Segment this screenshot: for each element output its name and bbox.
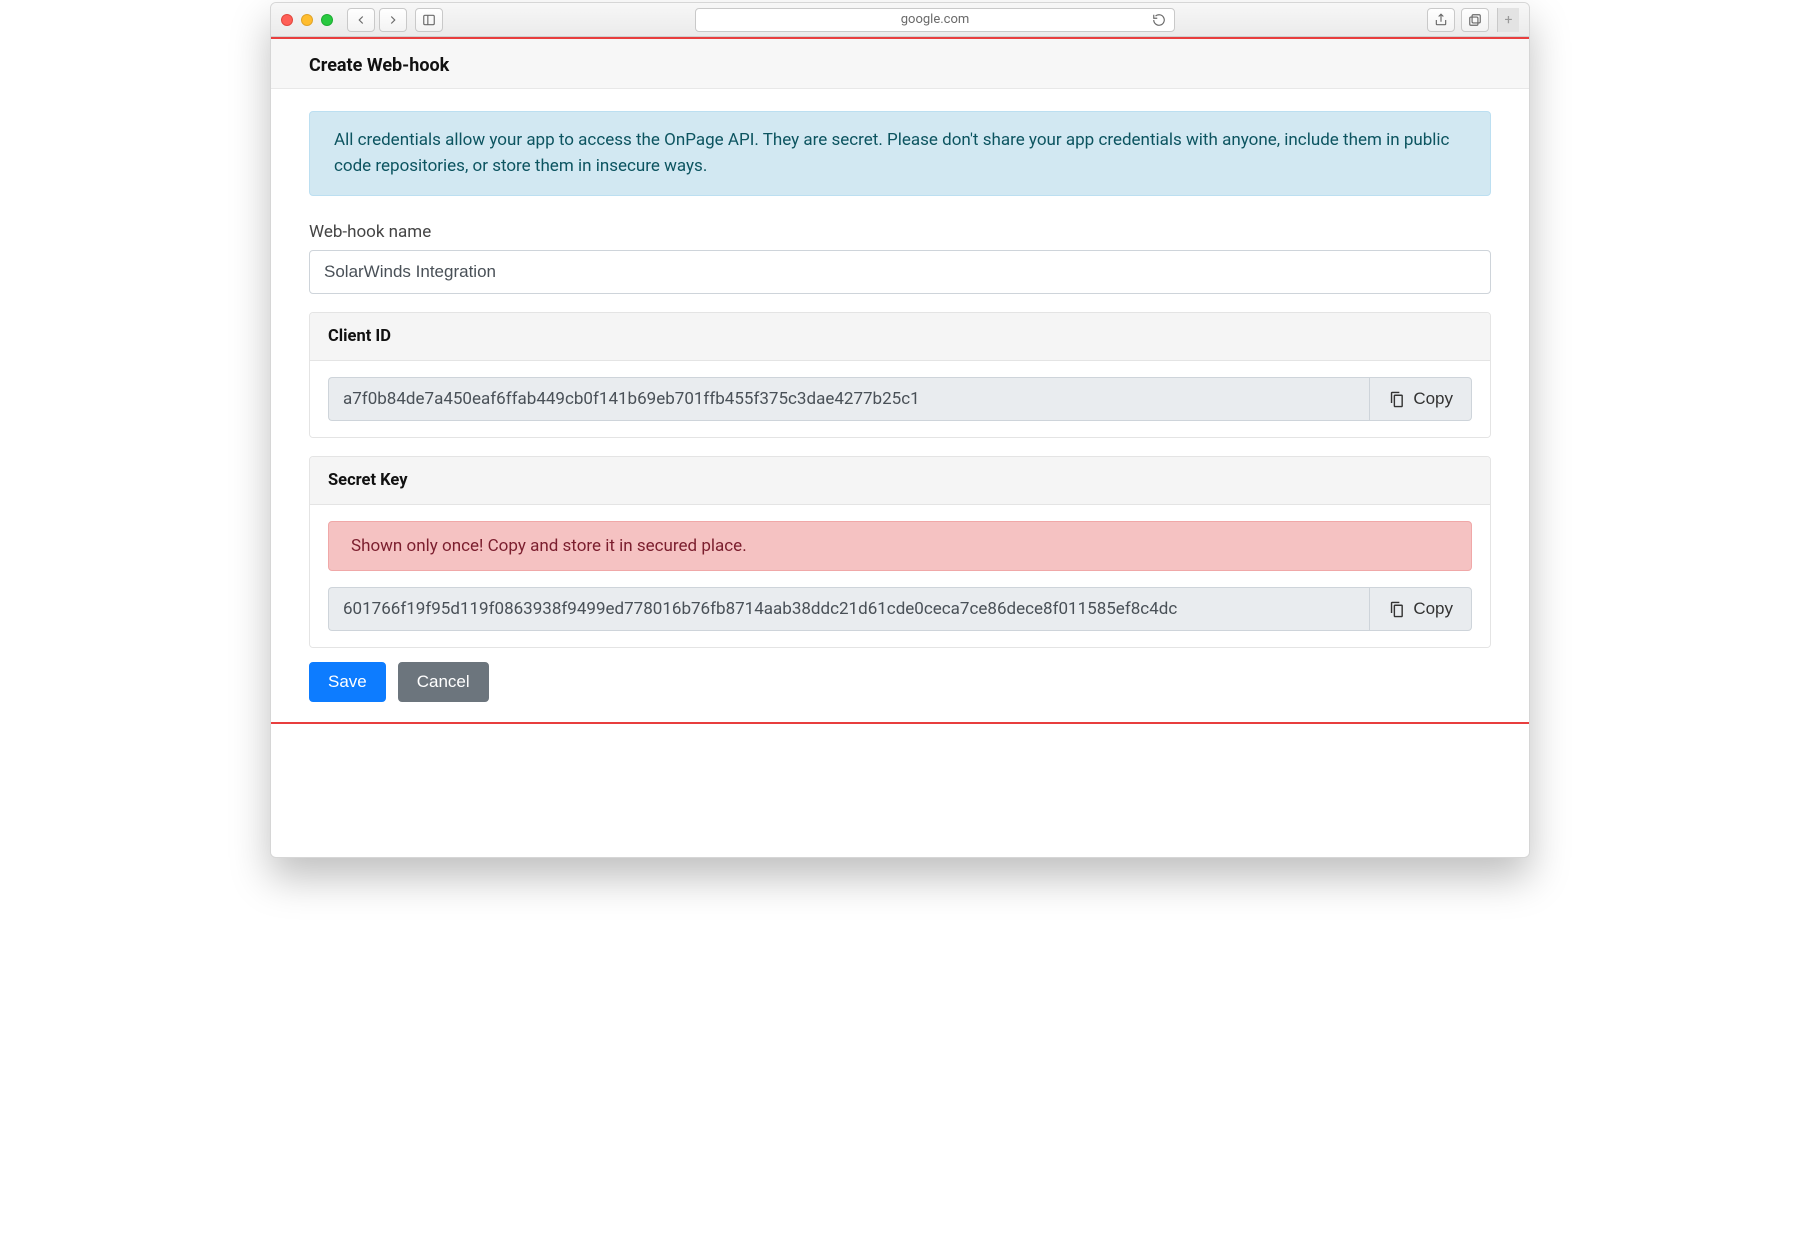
close-window-button[interactable] [281, 14, 293, 26]
form-content: All credentials allow your app to access… [271, 89, 1529, 722]
info-alert: All credentials allow your app to access… [309, 111, 1491, 196]
client-id-group: a7f0b84de7a450eaf6ffab449cb0f141b69eb701… [328, 377, 1472, 421]
new-tab-button[interactable]: + [1497, 8, 1519, 32]
nav-buttons [347, 8, 407, 32]
secret-key-panel: Secret Key Shown only once! Copy and sto… [309, 456, 1491, 648]
share-button[interactable] [1427, 8, 1455, 32]
client-id-panel: Client ID a7f0b84de7a450eaf6ffab449cb0f1… [309, 312, 1491, 438]
copy-client-id-label: Copy [1413, 389, 1453, 409]
accent-line-bottom [271, 722, 1529, 724]
toolbar-right [1427, 8, 1489, 32]
client-id-value[interactable]: a7f0b84de7a450eaf6ffab449cb0f141b69eb701… [328, 377, 1369, 421]
secret-warning-alert: Shown only once! Copy and store it in se… [328, 521, 1472, 571]
maximize-window-button[interactable] [321, 14, 333, 26]
secret-key-group: 601766f19f95d119f0863938f9499ed778016b76… [328, 587, 1472, 631]
sidebar-toggle-button[interactable] [415, 8, 443, 32]
copy-secret-key-label: Copy [1413, 599, 1453, 619]
form-actions: Save Cancel [309, 648, 1491, 702]
webhook-name-input[interactable] [309, 250, 1491, 294]
secret-key-label: Secret Key [310, 457, 1490, 505]
address-bar[interactable]: google.com [695, 8, 1175, 32]
forward-button[interactable] [379, 8, 407, 32]
client-id-label: Client ID [310, 313, 1490, 361]
window-controls [281, 14, 333, 26]
tabs-button[interactable] [1461, 8, 1489, 32]
address-bar-text: google.com [901, 12, 970, 27]
copy-icon [1388, 391, 1405, 408]
minimize-window-button[interactable] [301, 14, 313, 26]
secret-key-value[interactable]: 601766f19f95d119f0863938f9499ed778016b76… [328, 587, 1369, 631]
webhook-name-label: Web-hook name [309, 222, 1491, 242]
copy-client-id-button[interactable]: Copy [1369, 377, 1472, 421]
copy-icon [1388, 601, 1405, 618]
address-bar-container: google.com [451, 8, 1419, 32]
back-button[interactable] [347, 8, 375, 32]
save-button[interactable]: Save [309, 662, 386, 702]
reload-icon[interactable] [1152, 13, 1166, 27]
page-content: Create Web-hook All credentials allow yo… [271, 37, 1529, 857]
browser-titlebar: google.com + [271, 3, 1529, 37]
copy-secret-key-button[interactable]: Copy [1369, 587, 1472, 631]
cancel-button[interactable]: Cancel [398, 662, 489, 702]
page-title: Create Web-hook [271, 39, 1529, 89]
browser-window: google.com + Create Web-hook All credent… [270, 2, 1530, 858]
